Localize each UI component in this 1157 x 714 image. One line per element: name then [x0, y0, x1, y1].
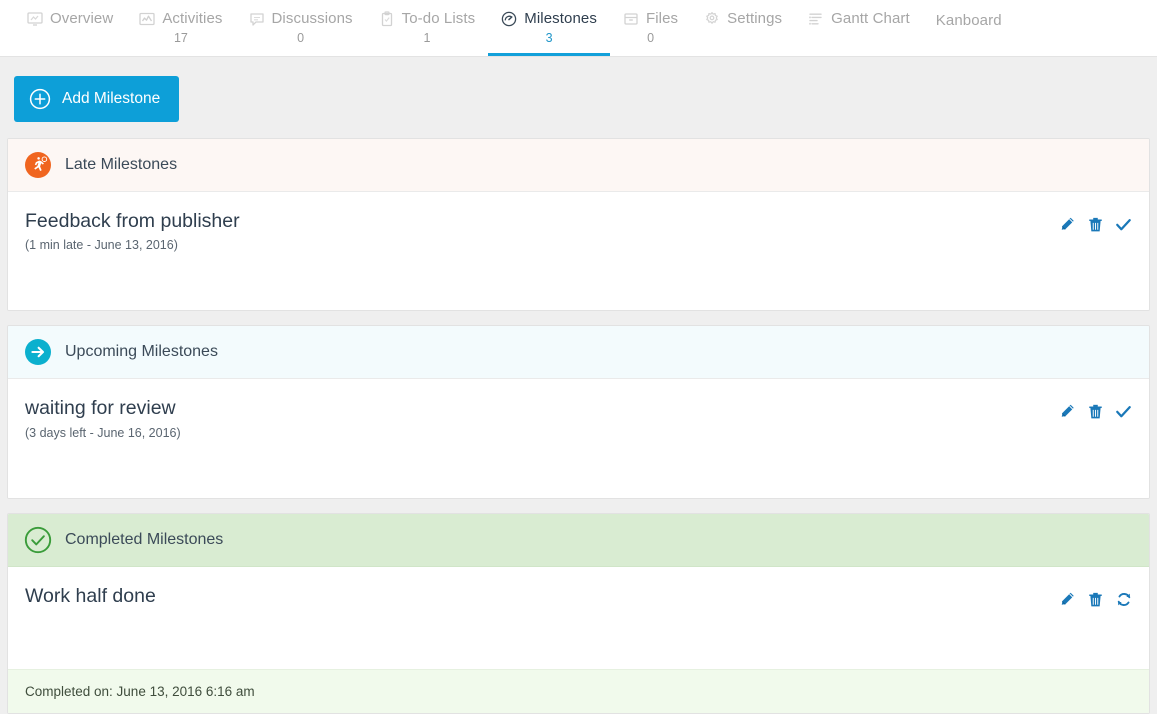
discussions-comment-icon — [249, 11, 265, 27]
milestone-name: waiting for review — [25, 397, 176, 420]
late-milestones-body: Feedback from publisher (1 min late - Ju… — [8, 192, 1149, 311]
upcoming-milestones-header: Upcoming Milestones — [8, 326, 1149, 380]
tab-label: Kanboard — [935, 12, 1002, 29]
upcoming-milestones-body: waiting for review (3 days left - June 1… — [8, 379, 1149, 498]
plus-circle-icon — [29, 88, 51, 110]
late-milestones-card: Late Milestones Feedback from publisher … — [7, 138, 1150, 312]
milestone-info: Feedback from publisher (1 min late - Ju… — [25, 210, 240, 252]
milestones-toolbar: Add Milestone — [7, 57, 1150, 138]
tab-count: 17 — [173, 31, 188, 45]
section-title: Completed Milestones — [65, 530, 224, 548]
completed-milestones-card: Completed Milestones Work half done Comp… — [7, 512, 1150, 714]
edit-milestone-icon[interactable] — [1059, 403, 1076, 421]
tab-label: To-do Lists — [401, 10, 476, 27]
tab-label: Overview — [50, 10, 114, 27]
milestone-due-meta: (1 min late - June 13, 2016) — [25, 238, 178, 253]
milestone-name: Work half done — [25, 584, 156, 607]
tab-files[interactable]: Files 0 — [610, 0, 691, 56]
tab-todo-lists[interactable]: To-do Lists 1 — [366, 0, 489, 56]
tab-kanboard[interactable]: Kanboard — [923, 0, 1015, 56]
check-circle-outline-icon — [24, 526, 52, 554]
tab-label: Settings — [727, 10, 783, 27]
milestone-row: waiting for review (3 days left - June 1… — [8, 379, 1149, 449]
milestone-info: waiting for review (3 days left - June 1… — [25, 397, 181, 439]
section-title: Late Milestones — [65, 156, 178, 173]
completed-on-footer: Completed on: June 13, 2016 6:16 am — [8, 669, 1149, 714]
tab-label: Files — [645, 10, 679, 27]
upcoming-milestones-card: Upcoming Milestones waiting for review (… — [7, 325, 1150, 499]
settings-gear-icon — [704, 11, 720, 27]
complete-milestone-icon[interactable] — [1115, 216, 1132, 234]
todo-clipboard-icon — [379, 10, 395, 27]
delete-milestone-icon[interactable] — [1087, 403, 1104, 421]
tab-gantt-chart[interactable]: Gantt Chart — [795, 0, 923, 56]
add-milestone-label: Add Milestone — [62, 90, 161, 108]
add-milestone-button[interactable]: Add Milestone — [14, 76, 180, 122]
card-spacer — [8, 262, 1149, 310]
running-person-badge-icon — [24, 151, 52, 179]
milestone-name: Feedback from publisher — [25, 210, 240, 232]
tab-count: 1 — [423, 31, 431, 45]
gantt-chart-icon — [808, 11, 824, 27]
complete-milestone-icon[interactable] — [1115, 403, 1132, 421]
milestone-due-meta: (3 days left - June 16, 2016) — [25, 425, 181, 440]
tab-activities[interactable]: Activities 17 — [126, 0, 235, 56]
completed-milestones-body: Work half done Completed on: June 13, 20… — [8, 566, 1149, 714]
tab-count: 0 — [647, 31, 655, 45]
tab-label: Activities — [162, 10, 223, 27]
milestone-row: Feedback from publisher (1 min late - Ju… — [8, 192, 1149, 262]
section-title: Upcoming Milestones — [65, 343, 218, 361]
tab-overview[interactable]: Overview — [14, 0, 126, 56]
tab-count: 3 — [545, 31, 553, 45]
card-spacer — [8, 450, 1149, 498]
tab-milestones[interactable]: Milestones 3 — [488, 0, 610, 56]
milestone-row: Work half done — [8, 567, 1149, 623]
tab-label: Gantt Chart — [831, 10, 910, 27]
milestone-actions — [1059, 397, 1132, 421]
milestones-gauge-icon — [501, 11, 517, 27]
delete-milestone-icon[interactable] — [1087, 216, 1104, 234]
edit-milestone-icon[interactable] — [1059, 591, 1076, 609]
milestone-actions — [1059, 210, 1132, 234]
tab-settings[interactable]: Settings — [691, 0, 795, 56]
completed-milestones-header: Completed Milestones — [8, 513, 1149, 567]
activities-chart-icon — [139, 11, 155, 27]
tab-discussions[interactable]: Discussions 0 — [236, 0, 366, 56]
tab-label: Discussions — [271, 10, 353, 27]
delete-milestone-icon[interactable] — [1087, 591, 1104, 609]
reopen-milestone-icon[interactable] — [1115, 591, 1132, 609]
files-box-icon — [623, 11, 639, 27]
milestone-info: Work half done — [25, 585, 156, 613]
edit-milestone-icon[interactable] — [1059, 216, 1076, 234]
milestone-actions — [1059, 585, 1132, 609]
tab-count: 0 — [297, 31, 305, 45]
milestones-page: Add Milestone Late Milestones Feedback f… — [0, 57, 1157, 714]
overview-monitor-icon — [27, 11, 43, 27]
card-spacer — [8, 623, 1149, 669]
late-milestones-header: Late Milestones — [8, 139, 1149, 192]
tab-label: Milestones — [524, 10, 597, 27]
project-tab-bar: Overview Activities 17 Discussions 0 To-… — [0, 0, 1157, 57]
arrow-right-circle-icon — [24, 338, 52, 366]
